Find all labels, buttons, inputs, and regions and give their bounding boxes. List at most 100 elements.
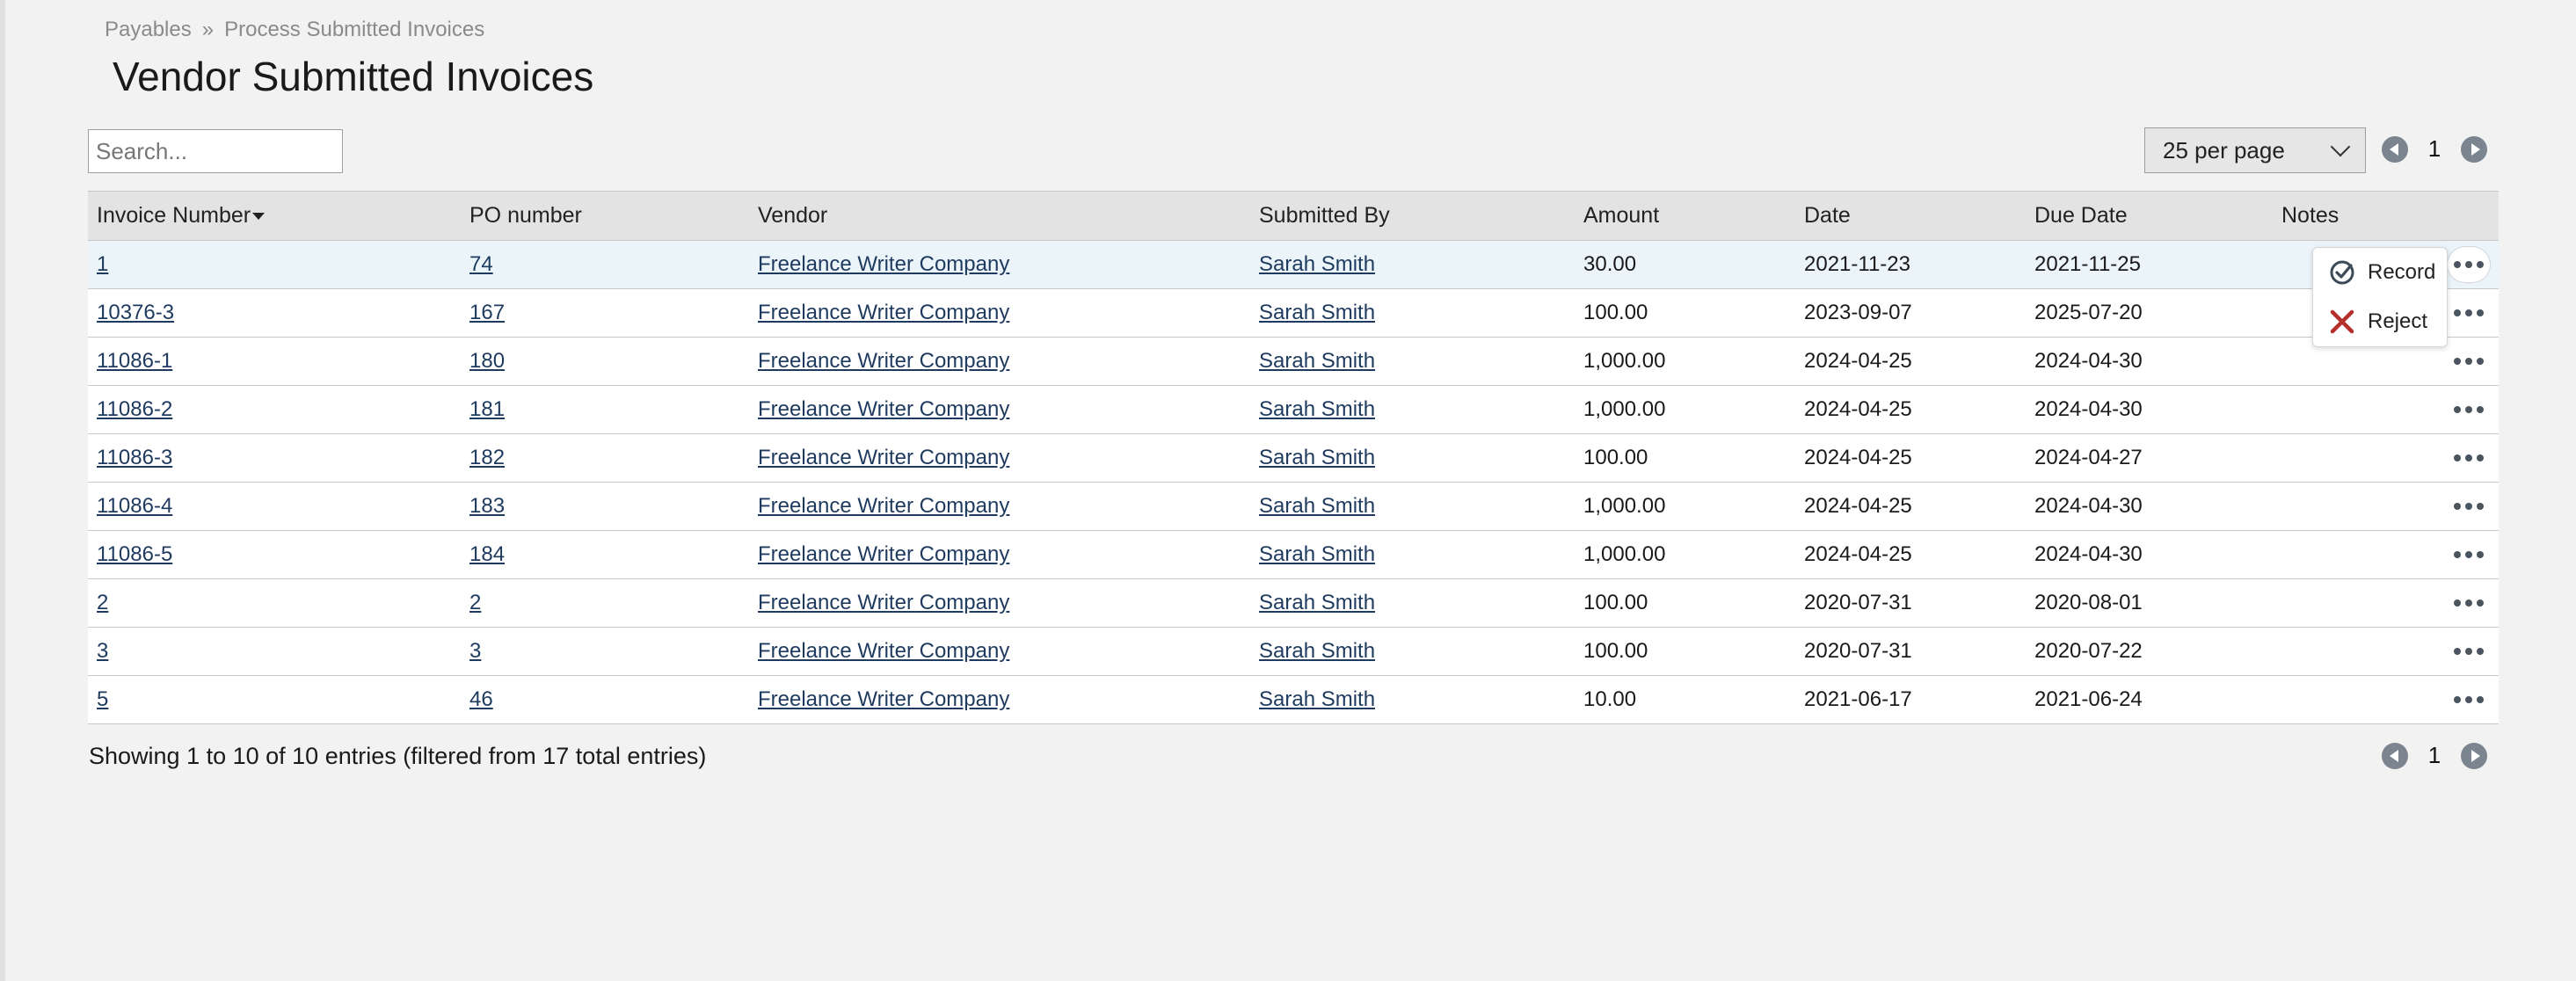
submitted-by-link[interactable]: Sarah Smith [1259,349,1375,373]
column-header-amount[interactable]: Amount [1575,191,1795,241]
more-actions-button[interactable] [2448,247,2490,282]
table-row: 11086-5 184 Freelance Writer Company Sarah … [88,530,2499,579]
next-page-button[interactable] [2461,742,2487,769]
current-page-number[interactable]: 1 [2408,742,2461,769]
more-actions-button[interactable] [2448,682,2490,717]
cell-date: 2024-04-25 [1795,482,2026,531]
cell-vendor: Freelance Writer Company [749,337,1250,386]
vendor-link[interactable]: Freelance Writer Company [758,446,1009,469]
po-number-link[interactable]: 182 [469,446,505,469]
submitted-by-link[interactable]: Sarah Smith [1259,397,1375,421]
vendor-link[interactable]: Freelance Writer Company [758,542,1009,566]
invoice-number-link[interactable]: 11086-4 [97,494,172,518]
ellipsis-icon [2465,454,2472,461]
submitted-by-link[interactable]: Sarah Smith [1259,542,1375,566]
ellipsis-icon [2454,600,2461,607]
vendor-link[interactable]: Freelance Writer Company [758,252,1009,276]
column-header-vendor[interactable]: Vendor [749,191,1250,241]
invoice-number-link[interactable]: 2 [97,591,108,614]
submitted-by-link[interactable]: Sarah Smith [1259,494,1375,518]
invoice-number-link[interactable]: 1 [97,252,108,276]
po-number-link[interactable]: 46 [469,687,493,711]
submitted-by-link[interactable]: Sarah Smith [1259,687,1375,711]
more-actions-button[interactable] [2448,489,2490,524]
column-header-invoice-number[interactable]: Invoice Number [88,191,461,241]
po-number-link[interactable]: 74 [469,252,493,276]
cell-amount: 10.00 [1575,675,1795,724]
submitted-by-link[interactable]: Sarah Smith [1259,446,1375,469]
breadcrumb: Payables » Process Submitted Invoices [105,18,484,42]
vendor-link[interactable]: Freelance Writer Company [758,397,1009,421]
vendor-link[interactable]: Freelance Writer Company [758,687,1009,711]
invoice-number-link[interactable]: 11086-3 [97,446,172,469]
cell-submitted-by: Sarah Smith [1250,385,1575,434]
vendor-link[interactable]: Freelance Writer Company [758,591,1009,614]
window-edge [0,0,5,981]
vendor-link[interactable]: Freelance Writer Company [758,494,1009,518]
page-title: Vendor Submitted Invoices [113,54,594,99]
ellipsis-icon [2454,358,2461,365]
cell-actions [2434,482,2499,531]
cell-invoice-number: 1 [88,240,461,289]
vendor-link[interactable]: Freelance Writer Company [758,301,1009,324]
column-header-po-number[interactable]: PO number [461,191,749,241]
search-input[interactable] [88,129,343,173]
po-number-link[interactable]: 3 [469,639,481,663]
cell-amount: 1,000.00 [1575,385,1795,434]
po-number-link[interactable]: 181 [469,397,505,421]
breadcrumb-item-payables[interactable]: Payables [105,18,192,41]
table-row: 2 2 Freelance Writer Company Sarah Smith 100… [88,578,2499,628]
prev-page-button[interactable] [2382,135,2408,163]
po-number-link[interactable]: 167 [469,301,505,324]
more-actions-button[interactable] [2448,344,2490,379]
column-header-date[interactable]: Date [1795,191,2026,241]
cell-submitted-by: Sarah Smith [1250,530,1575,579]
next-page-button[interactable] [2461,135,2487,163]
submitted-by-link[interactable]: Sarah Smith [1259,591,1375,614]
invoice-number-link[interactable]: 11086-2 [97,397,172,421]
table-row: 11086-3 182 Freelance Writer Company Sarah … [88,433,2499,483]
invoice-number-link[interactable]: 5 [97,687,108,711]
record-menu-item[interactable]: Record [2313,248,2447,297]
close-icon [2327,307,2357,337]
ellipsis-icon [2454,503,2461,510]
submitted-by-link[interactable]: Sarah Smith [1259,301,1375,324]
po-number-link[interactable]: 180 [469,349,505,373]
cell-vendor: Freelance Writer Company [749,578,1250,628]
cell-amount: 1,000.00 [1575,337,1795,386]
po-number-link[interactable]: 2 [469,591,481,614]
column-header-due-date[interactable]: Due Date [2026,191,2273,241]
vendor-link[interactable]: Freelance Writer Company [758,639,1009,663]
invoice-number-link[interactable]: 10376-3 [97,301,174,324]
reject-menu-item[interactable]: Reject [2313,297,2447,346]
record-label: Record [2368,260,2436,284]
more-actions-button[interactable] [2448,392,2490,427]
cell-invoice-number: 11086-1 [88,337,461,386]
invoice-number-link[interactable]: 11086-1 [97,349,172,373]
submitted-by-link[interactable]: Sarah Smith [1259,252,1375,276]
submitted-by-link[interactable]: Sarah Smith [1259,639,1375,663]
ellipsis-icon [2454,261,2461,268]
more-actions-button[interactable] [2448,295,2490,331]
vendor-link[interactable]: Freelance Writer Company [758,349,1009,373]
column-header-submitted-by[interactable]: Submitted By [1250,191,1575,241]
cell-submitted-by: Sarah Smith [1250,482,1575,531]
cell-notes [2273,433,2434,483]
cell-invoice-number: 2 [88,578,461,628]
more-actions-button[interactable] [2448,537,2490,572]
cell-invoice-number: 11086-5 [88,530,461,579]
invoice-number-link[interactable]: 11086-5 [97,542,172,566]
cell-invoice-number: 10376-3 [88,288,461,338]
invoice-number-link[interactable]: 3 [97,639,108,663]
column-header-notes[interactable]: Notes [2273,191,2434,241]
current-page-number[interactable]: 1 [2408,135,2461,163]
po-number-link[interactable]: 183 [469,494,505,518]
more-actions-button[interactable] [2448,585,2490,621]
more-actions-button[interactable] [2448,440,2490,476]
po-number-link[interactable]: 184 [469,542,505,566]
prev-page-button[interactable] [2382,742,2408,769]
per-page-select[interactable]: 25 per page [2144,127,2366,173]
cell-notes [2273,385,2434,434]
more-actions-button[interactable] [2448,634,2490,669]
table-row: 11086-4 183 Freelance Writer Company Sarah … [88,482,2499,531]
